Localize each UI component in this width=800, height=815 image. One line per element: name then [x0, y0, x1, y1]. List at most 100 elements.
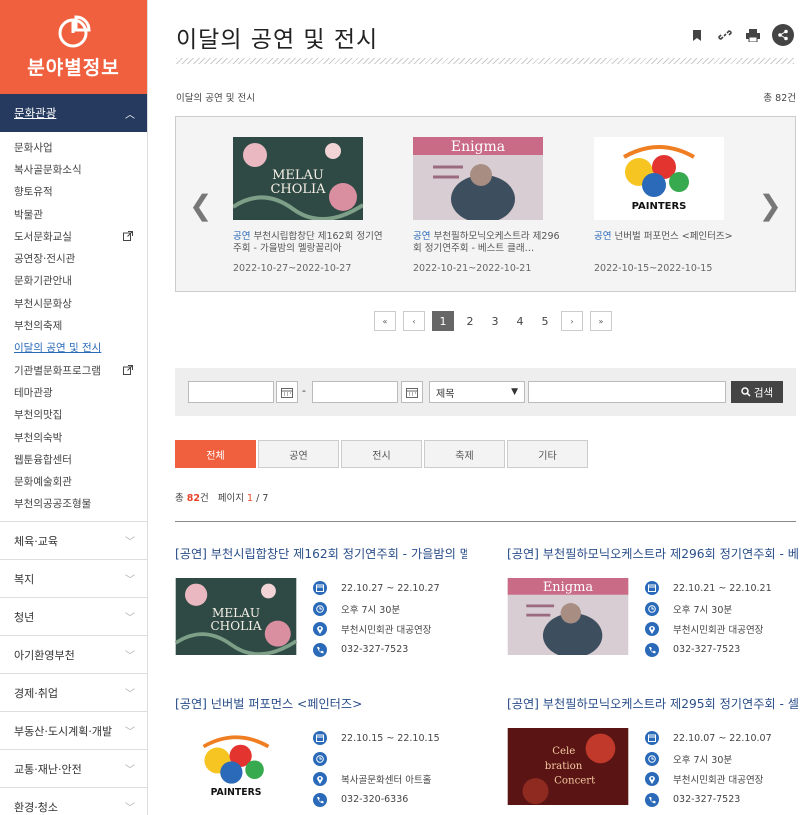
svg-text:PAINTERS: PAINTERS	[632, 201, 687, 212]
calendar-icon[interactable]	[401, 381, 423, 403]
count-total: 82	[186, 493, 200, 504]
page-number[interactable]: 5	[536, 311, 554, 331]
sidebar-subitem-label: 기관별문화프로그램	[14, 364, 101, 377]
sidebar-subitem[interactable]: 부천의숙박	[0, 426, 147, 448]
link-icon[interactable]	[716, 26, 734, 44]
event-place-row: 부천시민회관 대공연장	[645, 619, 772, 640]
sidebar-subitem[interactable]: 테마관광	[0, 381, 147, 403]
sidebar-category[interactable]: 부동산·도시계획·개발 ﹀	[0, 712, 147, 751]
event-place-row: 복사골문화센터 아트홀	[313, 769, 440, 790]
sidebar-subitem[interactable]: 향토유적	[0, 181, 147, 203]
carousel-prev-icon[interactable]: ❮	[189, 189, 212, 222]
sidebar-subitem[interactable]: 문화예술회관	[0, 470, 147, 492]
last-page-button[interactable]: »	[590, 311, 612, 331]
bookmark-icon[interactable]	[688, 26, 706, 44]
sidebar-subitem[interactable]: 부천의맛집	[0, 404, 147, 426]
print-icon[interactable]	[744, 26, 762, 44]
sidebar-category[interactable]: 체육·교육 ﹀	[0, 522, 147, 561]
search-field-select[interactable]: 제목 ▼	[429, 381, 525, 403]
category-label: 청년	[14, 610, 35, 624]
carousel-next-icon[interactable]: ❯	[759, 189, 782, 222]
search-button-label: 검색	[753, 386, 774, 399]
event-date-row: 22.10.07 ~ 22.10.07	[645, 728, 772, 749]
sidebar-subitem-label: 부천의맛집	[14, 409, 63, 422]
calendar-icon	[645, 581, 659, 596]
clock-icon	[645, 601, 659, 616]
sidebar-subitem[interactable]: 부천의공공조형물	[0, 493, 147, 515]
search-input[interactable]	[528, 381, 726, 403]
sidebar-subitem[interactable]: 부천시문화상	[0, 292, 147, 314]
pie-chart-icon	[58, 14, 91, 47]
filter-tab[interactable]: 기타	[507, 440, 588, 468]
chevron-up-icon: ︿	[125, 109, 135, 121]
chevron-down-icon: ﹀	[125, 537, 135, 549]
event-item[interactable]: [공연] 부천시립합창단 제162회 정기연주회 - 가을밤의 멜랑꼴리아 ME…	[174, 544, 475, 657]
card-tag: 공연	[233, 231, 251, 242]
sidebar-subitem[interactable]: 웹툰융합센터	[0, 448, 147, 470]
sidebar-category[interactable]: 교통·재난·안전 ﹀	[0, 750, 147, 789]
share-icon[interactable]	[772, 24, 794, 46]
sidebar-subitem-label: 웹툰융합센터	[14, 453, 72, 466]
card-tag: 공연	[413, 231, 431, 242]
sidebar-subitem[interactable]: 이달의 공연 및 전시	[0, 337, 147, 359]
sidebar-category[interactable]: 아기환영부천 ﹀	[0, 636, 147, 675]
poster-image[interactable]: MELAU CHOLIA	[174, 578, 298, 656]
filter-tab[interactable]: 축제	[424, 440, 505, 468]
sidebar-subitem[interactable]: 복사골문화소식	[0, 158, 147, 180]
event-phone-row: 032-327-7523	[645, 640, 772, 661]
phone-icon	[645, 642, 659, 657]
event-title[interactable]: [공연] 부천필하모닉오케스트라 제295회 정기연주회 - 셀레브레이션	[507, 694, 799, 712]
prev-page-button[interactable]: ‹	[403, 311, 425, 331]
sidebar-subitem[interactable]: 도서문화교실	[0, 225, 147, 247]
sidebar-subitem[interactable]: 문화사업	[0, 136, 147, 158]
next-page-button[interactable]: ›	[561, 311, 583, 331]
chevron-down-icon: ﹀	[125, 765, 135, 777]
filter-tab[interactable]: 공연	[258, 440, 339, 468]
page-number[interactable]: 3	[486, 311, 504, 331]
event-item[interactable]: [공연] 부천필하모닉오케스트라 제296회 정기연주회 - 베스트 클래식 E…	[507, 544, 800, 658]
page-number[interactable]: 2	[461, 311, 479, 331]
event-time-row: 오후 7시 30분	[645, 749, 772, 770]
sidebar-category[interactable]: 복지 ﹀	[0, 560, 147, 599]
category-list: 체육·교육 ﹀ 복지 ﹀ 청년 ﹀ 아기환영부천 ﹀ 경제·취업 ﹀ 부동산·도시계획·개발 ﹀ 교통·…	[0, 522, 147, 815]
sidebar-category[interactable]: 경제·취업 ﹀	[0, 674, 147, 713]
svg-text:bration: bration	[545, 761, 583, 772]
event-place: 부천시민회관 대공연장	[341, 625, 432, 637]
page-number[interactable]: 4	[511, 311, 529, 331]
carousel-card[interactable]: MELAU CHOLIA 공연 부천시립합창단 제162회 정기연주회 - 가을밤…	[231, 137, 383, 274]
poster-image[interactable]: Enigma	[507, 578, 629, 658]
filter-tab[interactable]: 전체	[175, 440, 256, 468]
event-details: 22.10.27 ~ 22.10.27 오후 7시 30분 부천시민회관 대공연…	[313, 578, 440, 660]
poster-image[interactable]: Cele bration Concert	[507, 728, 629, 805]
poster-image[interactable]: PAINTERS	[175, 728, 297, 805]
sidebar-subitem[interactable]: 공연장·전시관	[0, 247, 147, 269]
date-separator: -	[302, 384, 306, 397]
svg-text:Cele: Cele	[552, 746, 575, 757]
end-date-input[interactable]	[312, 381, 398, 403]
page-number[interactable]: 1	[432, 311, 454, 331]
event-phone: 032-327-7523	[673, 794, 741, 806]
svg-text:MELAU: MELAU	[272, 168, 324, 183]
sidebar-subitem[interactable]: 박물관	[0, 203, 147, 225]
event-title[interactable]: [공연] 부천시립합창단 제162회 정기연주회 - 가을밤의 멜랑꼴리아	[175, 544, 467, 562]
event-title[interactable]: [공연] 부천필하모닉오케스트라 제296회 정기연주회 - 베스트 클래식	[507, 544, 799, 562]
carousel-card[interactable]: PAINTERS 공연 넌버벌 퍼포먼스 <페인터즈> 2022-10-15~2…	[594, 137, 744, 274]
filter-tab[interactable]: 전시	[341, 440, 422, 468]
first-page-button[interactable]: «	[374, 311, 396, 331]
calendar-icon[interactable]	[276, 381, 298, 403]
sidebar-subitem[interactable]: 부천의축제	[0, 314, 147, 336]
card-title-text: 부천필하모닉오케스트라 제296회 정기연주회 - 베스트 클래…	[413, 231, 560, 254]
sidebar-category[interactable]: 환경·청소 ﹀	[0, 788, 147, 815]
event-item[interactable]: [공연] 넌버벌 퍼포먼스 <페인터즈> PAINTERS 22.10.15 ~…	[175, 694, 475, 807]
carousel-card[interactable]: Enigma 공연 부천필하모닉오케스트라 제296회 정기연주회 - 베스트 …	[413, 137, 563, 274]
list-divider	[175, 521, 796, 522]
phone-icon	[313, 792, 327, 807]
search-button[interactable]: 검색	[731, 381, 783, 403]
start-date-input[interactable]	[188, 381, 274, 403]
sidebar-subitem[interactable]: 문화기관안내	[0, 270, 147, 292]
event-item[interactable]: [공연] 부천필하모닉오케스트라 제295회 정기연주회 - 셀레브레이션 Ce…	[507, 694, 800, 807]
sidebar-category[interactable]: 청년 ﹀	[0, 598, 147, 637]
category-culture-tourism[interactable]: 문화관광 ︿	[0, 94, 147, 132]
sidebar-subitem[interactable]: 기관별문화프로그램	[0, 359, 147, 381]
event-title[interactable]: [공연] 넌버벌 퍼포먼스 <페인터즈>	[175, 694, 467, 712]
